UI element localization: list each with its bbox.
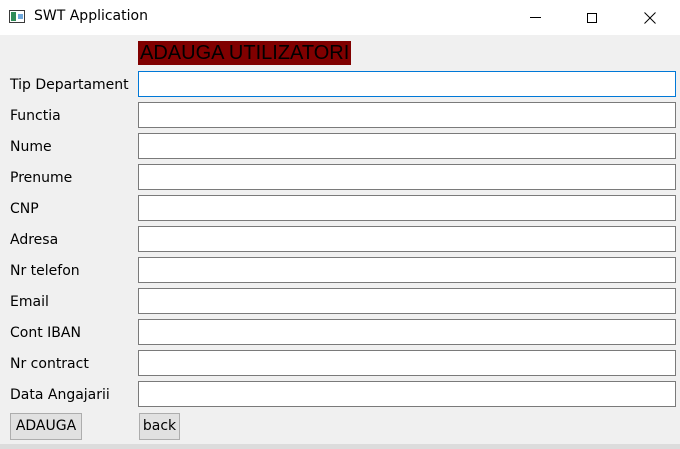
functia-input[interactable]	[139, 103, 675, 127]
window-bottom-border	[0, 444, 680, 449]
nume-input[interactable]	[139, 134, 675, 158]
functia-field[interactable]	[138, 102, 676, 128]
nr-contract-input[interactable]	[139, 351, 675, 375]
app-window-icon	[9, 10, 25, 23]
label-nr-telefon: Nr telefon	[10, 263, 80, 279]
tip-departament-input[interactable]	[139, 72, 675, 96]
nr-telefon-input[interactable]	[139, 258, 675, 282]
nr-telefon-field[interactable]	[138, 257, 676, 283]
label-adresa: Adresa	[10, 232, 59, 248]
email-field[interactable]	[138, 288, 676, 314]
label-functia: Functia	[10, 108, 61, 124]
label-nume: Nume	[10, 139, 52, 155]
label-data-angajarii: Data Angajarii	[10, 387, 110, 403]
email-input[interactable]	[139, 289, 675, 313]
tip-departament-field[interactable]	[138, 71, 676, 97]
adresa-input[interactable]	[139, 227, 675, 251]
close-icon	[644, 11, 656, 24]
cnp-input[interactable]	[139, 196, 675, 220]
data-angajarii-field[interactable]	[138, 381, 676, 407]
back-button[interactable]: back	[139, 413, 180, 440]
label-prenume: Prenume	[10, 170, 73, 186]
prenume-input[interactable]	[139, 165, 675, 189]
page-title: ADAUGA UTILIZATORI	[138, 41, 352, 65]
nr-contract-field[interactable]	[138, 350, 676, 376]
label-cont-iban: Cont IBAN	[10, 325, 81, 341]
minimize-icon	[529, 17, 541, 18]
label-tip-departament: Tip Departament	[10, 77, 129, 93]
prenume-field[interactable]	[138, 164, 676, 190]
cont-iban-input[interactable]	[139, 320, 675, 344]
add-user-button[interactable]: ADAUGA	[10, 413, 82, 440]
maximize-icon	[587, 12, 597, 23]
cont-iban-field[interactable]	[138, 319, 676, 345]
window-title: SWT Application	[34, 8, 148, 24]
title-bar: SWT Application	[0, 0, 680, 35]
nume-field[interactable]	[138, 133, 676, 159]
close-button[interactable]	[627, 0, 673, 35]
label-email: Email	[10, 294, 49, 310]
adresa-field[interactable]	[138, 226, 676, 252]
label-cnp: CNP	[10, 201, 39, 217]
minimize-button[interactable]	[512, 0, 558, 35]
data-angajarii-input[interactable]	[139, 382, 675, 406]
label-nr-contract: Nr contract	[10, 356, 89, 372]
maximize-button[interactable]	[569, 0, 615, 35]
cnp-field[interactable]	[138, 195, 676, 221]
app-window: SWT Application ADAUGA UTILIZATORI Tip D…	[0, 0, 680, 449]
